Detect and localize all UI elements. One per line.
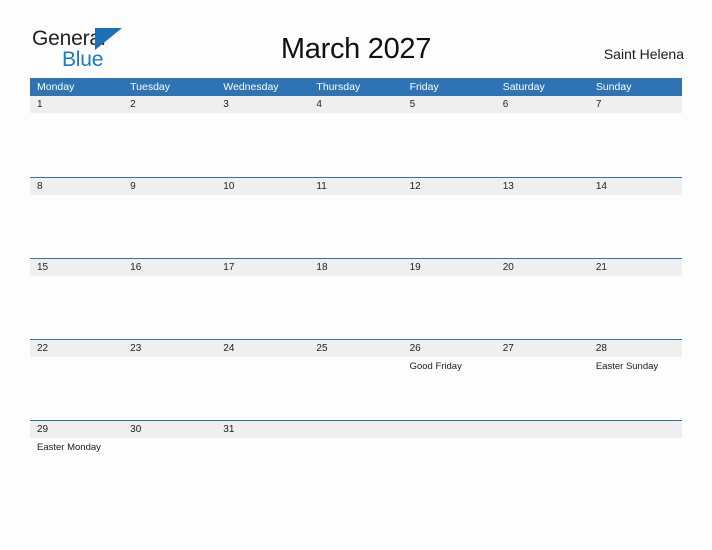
weekday-header-saturday: Saturday [502, 81, 545, 93]
day-event [589, 195, 682, 258]
weekday-header-tuesday: Tuesday [130, 81, 171, 93]
day-number[interactable]: 23 [123, 340, 216, 357]
day-event [123, 438, 216, 501]
page-header: General Blue March 2027 Saint Helena [0, 0, 712, 78]
day-event [216, 276, 309, 339]
day-number[interactable]: 7 [589, 96, 682, 113]
day-event [403, 195, 496, 258]
week-date-band: 1 2 3 4 5 6 7 [30, 96, 682, 113]
day-number[interactable]: 14 [589, 178, 682, 195]
calendar-page: General Blue March 2027 Saint Helena Mon… [0, 0, 712, 550]
day-event [496, 195, 589, 258]
day-number[interactable]: 30 [123, 421, 216, 438]
day-event [496, 113, 589, 176]
week-event-band [30, 195, 682, 258]
day-event [589, 276, 682, 339]
day-number[interactable]: 18 [309, 259, 402, 276]
day-number[interactable]: 3 [216, 96, 309, 113]
day-event [30, 195, 123, 258]
day-number-empty [496, 421, 589, 438]
week-date-band: 15 16 17 18 19 20 21 [30, 259, 682, 276]
day-number[interactable]: 19 [403, 259, 496, 276]
week-date-band: 22 23 24 25 26 27 28 [30, 340, 682, 357]
day-number[interactable]: 20 [496, 259, 589, 276]
week-row: 29 30 31 Easter Monday [30, 420, 682, 501]
day-event [30, 276, 123, 339]
day-event [216, 195, 309, 258]
day-event [309, 113, 402, 176]
weekday-header-wednesday: Wednesday [223, 81, 279, 93]
day-event [403, 438, 496, 501]
day-event [123, 195, 216, 258]
day-event [216, 438, 309, 501]
weekday-header-monday: Monday [37, 81, 75, 93]
day-event [309, 438, 402, 501]
day-event [496, 357, 589, 420]
week-date-band: 8 9 10 11 12 13 14 [30, 178, 682, 195]
day-number[interactable]: 31 [216, 421, 309, 438]
day-number[interactable]: 22 [30, 340, 123, 357]
day-number[interactable]: 5 [403, 96, 496, 113]
day-event [216, 357, 309, 420]
day-number-empty [589, 421, 682, 438]
weekday-header-sunday: Sunday [595, 81, 632, 93]
week-row: 8 9 10 11 12 13 14 [30, 177, 682, 258]
day-event [403, 113, 496, 176]
day-event-easter-sunday: Easter Sunday [595, 361, 659, 372]
day-event [309, 195, 402, 258]
day-number[interactable]: 1 [30, 96, 123, 113]
day-number[interactable]: 6 [496, 96, 589, 113]
day-event [496, 276, 589, 339]
week-date-band: 29 30 31 [30, 421, 682, 438]
day-number[interactable]: 25 [309, 340, 402, 357]
day-number[interactable]: 29 [30, 421, 123, 438]
day-number[interactable]: 11 [309, 178, 402, 195]
week-event-band [30, 276, 682, 339]
calendar-grid: Monday Tuesday Wednesday Thursday Friday… [30, 78, 682, 501]
weekday-header-row: Monday Tuesday Wednesday Thursday Friday… [30, 78, 682, 96]
day-number[interactable]: 12 [403, 178, 496, 195]
day-event [123, 113, 216, 176]
day-event [216, 113, 309, 176]
weekday-header-friday: Friday [409, 81, 439, 93]
week-row: 1 2 3 4 5 6 7 [30, 96, 682, 177]
day-number[interactable]: 4 [309, 96, 402, 113]
region-label: Saint Helena [603, 46, 684, 62]
day-number[interactable]: 15 [30, 259, 123, 276]
day-event [403, 276, 496, 339]
day-number[interactable]: 27 [496, 340, 589, 357]
day-number[interactable]: 2 [123, 96, 216, 113]
day-number-empty [309, 421, 402, 438]
day-number[interactable]: 13 [496, 178, 589, 195]
week-event-band: Easter Monday [30, 438, 682, 501]
week-event-band [30, 113, 682, 176]
day-number[interactable]: 16 [123, 259, 216, 276]
day-event [123, 357, 216, 420]
week-event-band: Good Friday Easter Sunday [30, 357, 682, 420]
day-number[interactable]: 21 [589, 259, 682, 276]
day-number[interactable]: 10 [216, 178, 309, 195]
week-row: 15 16 17 18 19 20 21 [30, 258, 682, 339]
day-number[interactable]: 28 [589, 340, 682, 357]
day-event [30, 357, 123, 420]
day-number[interactable]: 9 [123, 178, 216, 195]
day-event [30, 113, 123, 176]
day-event-easter-monday: Easter Monday [37, 442, 101, 453]
day-number[interactable]: 26 [403, 340, 496, 357]
day-event [589, 113, 682, 176]
day-number-empty [403, 421, 496, 438]
week-row: 22 23 24 25 26 27 28 Good Friday Easter … [30, 339, 682, 420]
day-number[interactable]: 8 [30, 178, 123, 195]
day-number[interactable]: 17 [216, 259, 309, 276]
weekday-header-thursday: Thursday [316, 81, 361, 93]
day-event [123, 276, 216, 339]
day-event [496, 438, 589, 501]
day-event [589, 438, 682, 501]
day-event [309, 357, 402, 420]
day-event-good-friday: Good Friday [409, 361, 462, 372]
day-event [309, 276, 402, 339]
day-number[interactable]: 24 [216, 340, 309, 357]
